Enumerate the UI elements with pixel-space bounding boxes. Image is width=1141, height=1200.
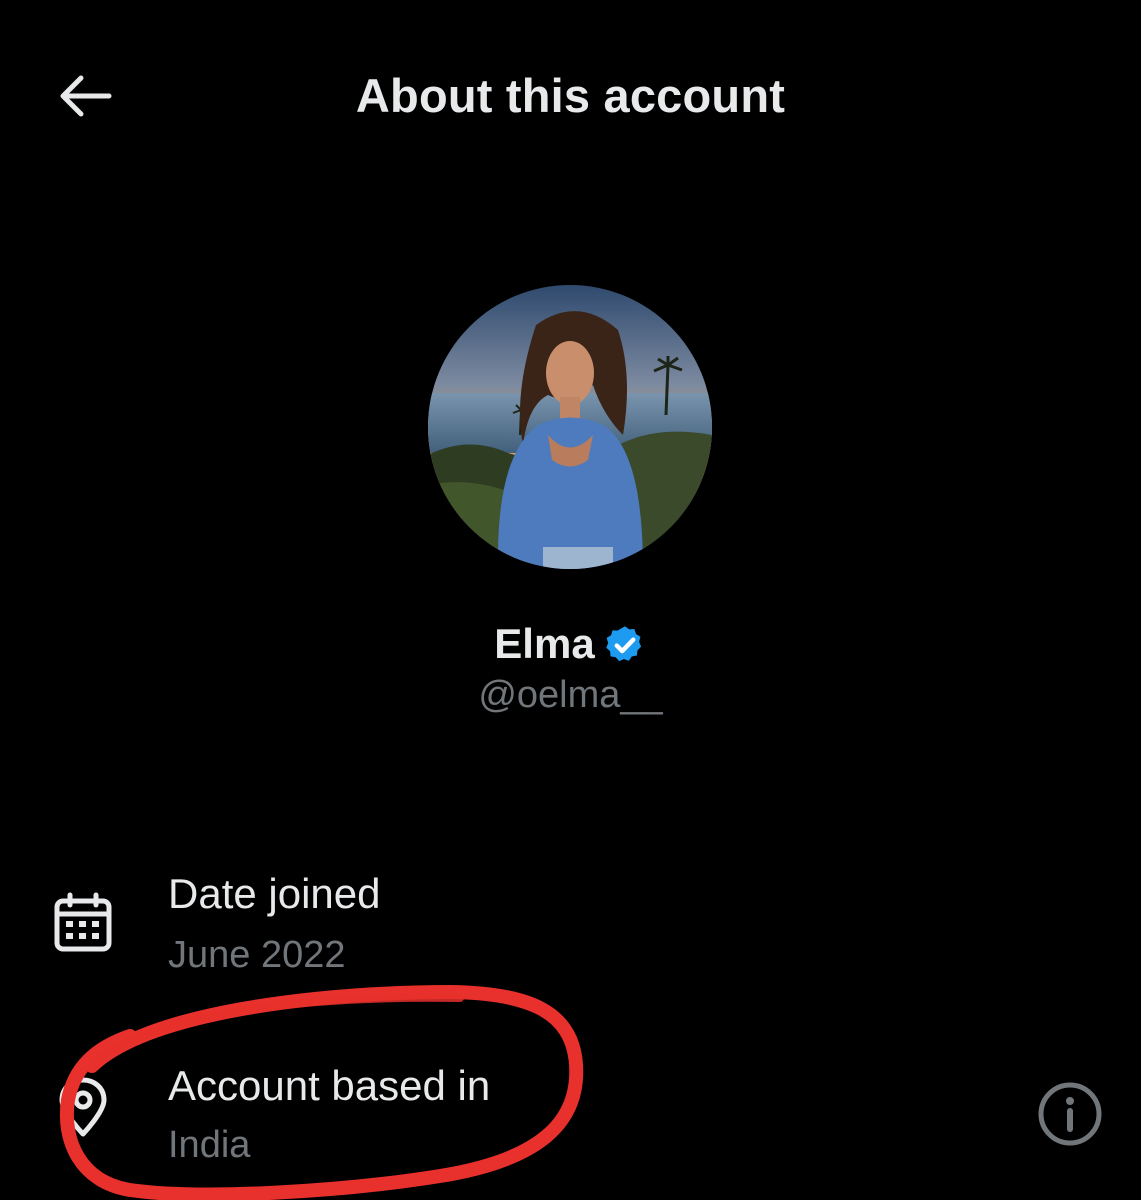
info-icon[interactable] bbox=[1037, 1081, 1103, 1147]
date-joined-row: Date joined June 2022 bbox=[0, 862, 1141, 992]
verified-badge-icon bbox=[605, 626, 641, 662]
red-highlight-circle bbox=[60, 985, 584, 1200]
date-joined-value: June 2022 bbox=[168, 934, 346, 976]
page-title: About this account bbox=[355, 69, 786, 122]
calendar-icon bbox=[54, 892, 112, 952]
location-pin-icon bbox=[59, 1077, 107, 1137]
profile-photo bbox=[428, 285, 712, 569]
avatar[interactable] bbox=[428, 285, 712, 569]
account-based-in-row: Account based in India bbox=[0, 1054, 1141, 1184]
account-based-in-label: Account based in bbox=[168, 1062, 491, 1109]
display-name-row: Elma bbox=[0, 620, 1141, 668]
display-name: Elma bbox=[494, 620, 595, 667]
date-joined-label: Date joined bbox=[168, 870, 381, 917]
account-based-in-value: India bbox=[168, 1124, 251, 1166]
account-handle: @oelma__ bbox=[478, 674, 663, 716]
